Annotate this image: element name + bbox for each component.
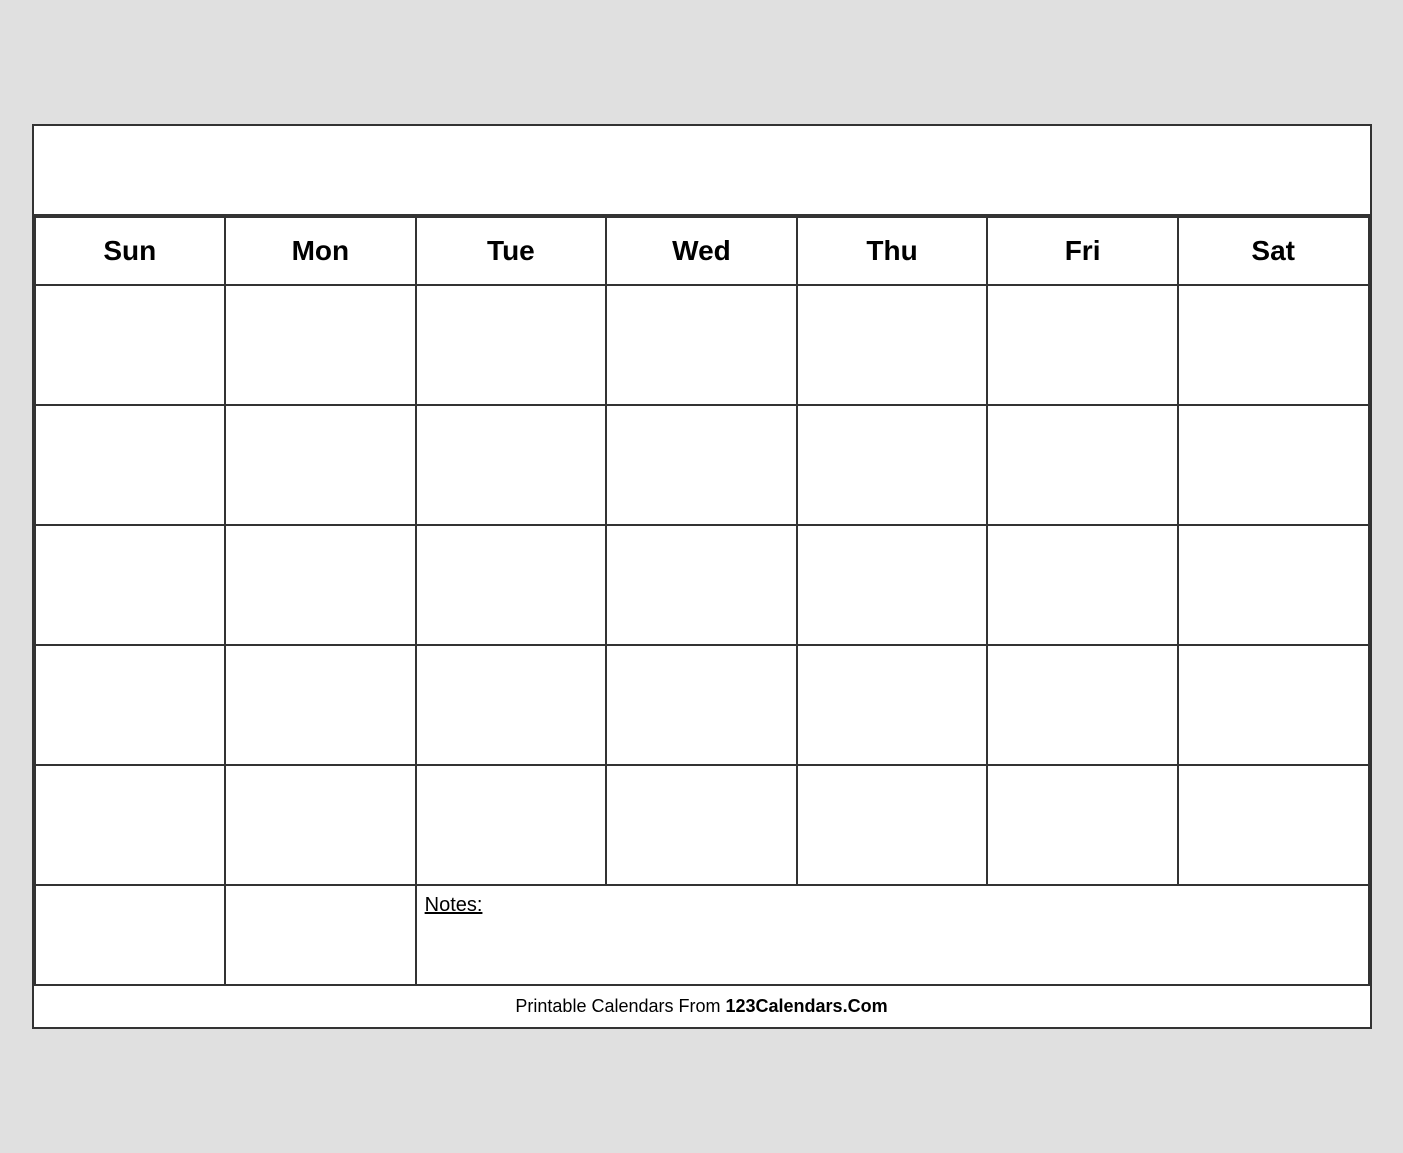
- header-wed: Wed: [606, 217, 797, 285]
- footer: Printable Calendars From 123Calendars.Co…: [34, 986, 1370, 1027]
- cell-3-5: [797, 525, 988, 645]
- calendar-row-2: [35, 405, 1369, 525]
- notes-cell-1: [35, 885, 226, 985]
- header-sun: Sun: [35, 217, 226, 285]
- page-wrapper: Sun Mon Tue Wed Thu Fri Sat: [32, 124, 1372, 1029]
- cell-1-7: [1178, 285, 1369, 405]
- cell-2-7: [1178, 405, 1369, 525]
- notes-cell-main: Notes:: [416, 885, 1369, 985]
- cell-5-2: [225, 765, 416, 885]
- calendar-table: Sun Mon Tue Wed Thu Fri Sat: [34, 216, 1370, 986]
- cell-2-2: [225, 405, 416, 525]
- calendar-row-1: [35, 285, 1369, 405]
- cell-2-6: [987, 405, 1178, 525]
- cell-5-4: [606, 765, 797, 885]
- calendar-row-3: [35, 525, 1369, 645]
- cell-5-3: [416, 765, 607, 885]
- footer-text-bold: 123Calendars.Com: [726, 996, 888, 1016]
- notes-label: Notes:: [425, 894, 483, 916]
- day-header-row: Sun Mon Tue Wed Thu Fri Sat: [35, 217, 1369, 285]
- notes-row: Notes:: [35, 885, 1369, 985]
- cell-5-5: [797, 765, 988, 885]
- cell-4-4: [606, 645, 797, 765]
- cell-1-1: [35, 285, 226, 405]
- calendar-title-row: [34, 126, 1370, 216]
- header-thu: Thu: [797, 217, 988, 285]
- cell-5-1: [35, 765, 226, 885]
- notes-cell-2: [225, 885, 416, 985]
- header-tue: Tue: [416, 217, 607, 285]
- cell-1-2: [225, 285, 416, 405]
- cell-3-3: [416, 525, 607, 645]
- cell-3-2: [225, 525, 416, 645]
- cell-1-4: [606, 285, 797, 405]
- cell-2-4: [606, 405, 797, 525]
- cell-1-3: [416, 285, 607, 405]
- cell-1-5: [797, 285, 988, 405]
- cell-3-4: [606, 525, 797, 645]
- footer-text-normal: Printable Calendars From: [515, 996, 725, 1016]
- cell-4-1: [35, 645, 226, 765]
- cell-5-6: [987, 765, 1178, 885]
- cell-1-6: [987, 285, 1178, 405]
- cell-4-6: [987, 645, 1178, 765]
- cell-3-7: [1178, 525, 1369, 645]
- cell-4-2: [225, 645, 416, 765]
- cell-4-7: [1178, 645, 1369, 765]
- cell-3-6: [987, 525, 1178, 645]
- cell-4-3: [416, 645, 607, 765]
- cell-2-3: [416, 405, 607, 525]
- cell-2-1: [35, 405, 226, 525]
- header-fri: Fri: [987, 217, 1178, 285]
- header-sat: Sat: [1178, 217, 1369, 285]
- cell-4-5: [797, 645, 988, 765]
- cell-2-5: [797, 405, 988, 525]
- cell-5-7: [1178, 765, 1369, 885]
- calendar-row-4: [35, 645, 1369, 765]
- header-mon: Mon: [225, 217, 416, 285]
- calendar-row-5: [35, 765, 1369, 885]
- cell-3-1: [35, 525, 226, 645]
